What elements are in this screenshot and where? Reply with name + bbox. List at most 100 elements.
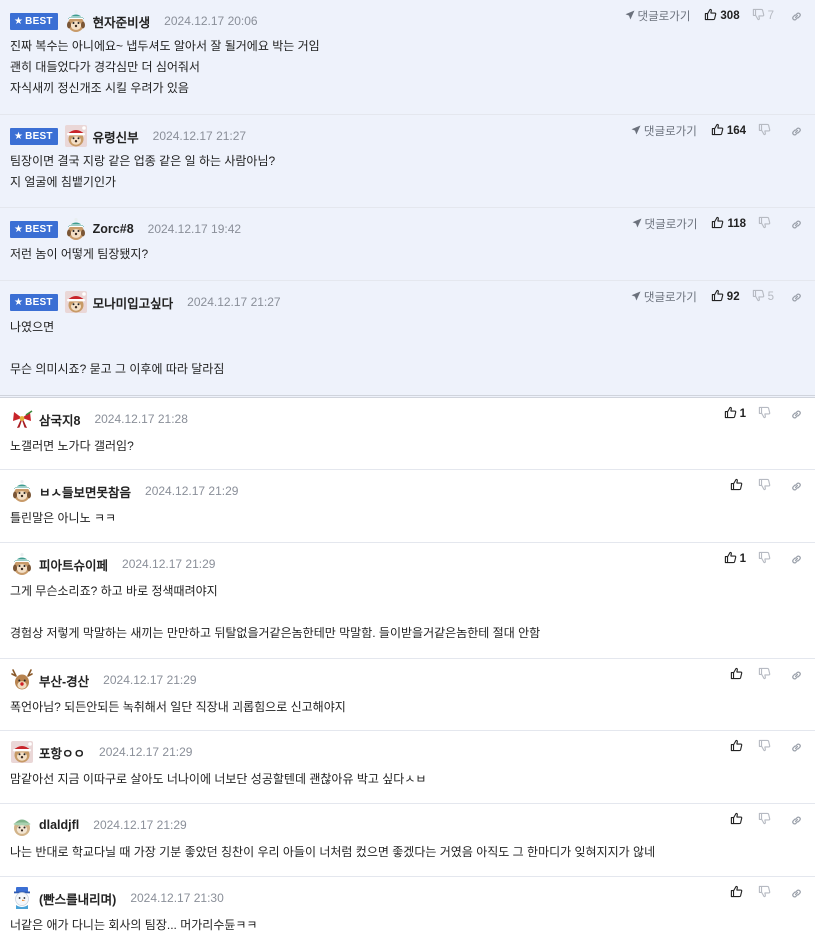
avatar[interactable] <box>10 668 34 692</box>
timestamp: 2024.12.17 20:06 <box>164 14 258 28</box>
link-icon[interactable] <box>790 10 803 23</box>
author-nickname[interactable]: ㅂㅅ들보면못참음 <box>39 482 131 501</box>
thumbs-up-icon <box>724 551 740 567</box>
reply-link[interactable]: 댓글로가기 <box>632 216 698 232</box>
dislike-button[interactable] <box>758 667 774 683</box>
comment-item: ★ BEST Zorc#8 2024.12.17 19:42 댓글로가기 118 저런 놈이… <box>0 208 815 281</box>
link-icon[interactable] <box>790 553 803 566</box>
dislike-button[interactable] <box>758 216 774 232</box>
avatar[interactable] <box>64 217 88 241</box>
avatar[interactable] <box>10 552 34 576</box>
reply-link[interactable]: 댓글로가기 <box>631 123 697 139</box>
comment-header: dlaldjfl 2024.12.17 21:29 <box>10 814 187 836</box>
author-nickname[interactable]: 부산-경산 <box>39 671 89 690</box>
comment-item: ㅂㅅ들보면못참음 2024.12.17 21:29 틀린말은 아니노 ㅋㅋ <box>0 470 815 543</box>
avatar[interactable] <box>64 290 88 314</box>
thumbs-up-icon <box>711 216 727 232</box>
comment-text-line: 나였으면 <box>10 320 55 334</box>
author-nickname[interactable]: 유령신부 <box>93 127 139 146</box>
comment-text-line: 틀린말은 아니노 ㅋㅋ <box>10 511 117 525</box>
timestamp: 2024.12.17 19:42 <box>147 222 242 236</box>
thumbs-up-icon <box>730 885 746 901</box>
timestamp: 2024.12.17 21:29 <box>122 557 216 571</box>
like-button[interactable]: 1 <box>724 551 746 567</box>
paper-plane-icon <box>631 125 644 138</box>
author-nickname[interactable]: 모나미입고싶다 <box>93 293 174 312</box>
dislike-button[interactable] <box>758 812 774 828</box>
like-button[interactable] <box>730 885 746 901</box>
author-nickname[interactable]: Zorc#8 <box>93 222 134 236</box>
comment-item: 피아트슈이페 2024.12.17 21:29 1 그게 무슨소리죠? 하고 바로 정… <box>0 543 815 659</box>
avatar[interactable] <box>64 9 88 33</box>
star-icon: ★ <box>14 130 24 142</box>
link-icon[interactable] <box>790 887 803 900</box>
reply-link[interactable]: 댓글로가기 <box>625 8 691 24</box>
comment-item: 삼국지8 2024.12.17 21:28 1 노갤러면 노가다 갤러임? <box>0 398 815 470</box>
comment-body: 저런 놈이 어떻게 팀장됐지? <box>10 244 803 265</box>
link-icon[interactable] <box>790 741 803 754</box>
avatar[interactable] <box>10 407 34 431</box>
like-button[interactable] <box>730 739 746 755</box>
avatar[interactable] <box>64 124 88 148</box>
dislike-button[interactable] <box>758 478 774 494</box>
dislike-button[interactable]: 7 <box>752 8 774 24</box>
comment-body: 너같은 애가 다니는 회사의 팀장... 머가리수듄ㅋㅋ <box>10 915 803 936</box>
author-nickname[interactable]: (빤스를내리며) <box>39 889 116 908</box>
dislike-button[interactable] <box>758 551 774 567</box>
thumbs-down-icon <box>758 812 774 828</box>
best-badge: ★ BEST <box>10 293 58 311</box>
star-icon: ★ <box>14 15 24 27</box>
thumbs-up-icon <box>711 289 727 305</box>
best-label: BEST <box>25 296 53 308</box>
like-button[interactable] <box>730 812 746 828</box>
link-icon[interactable] <box>790 291 803 304</box>
avatar[interactable] <box>10 813 34 837</box>
author-nickname[interactable]: 피아트슈이페 <box>39 555 108 574</box>
like-button[interactable]: 1 <box>724 406 746 422</box>
dislike-button[interactable] <box>758 885 774 901</box>
dislike-count: 7 <box>767 10 774 22</box>
dislike-button[interactable] <box>758 123 774 139</box>
dislike-count: 5 <box>767 291 774 303</box>
like-button[interactable]: 308 <box>704 8 740 24</box>
link-icon[interactable] <box>790 814 803 827</box>
author-nickname[interactable]: dlaldjfl <box>39 818 79 832</box>
like-button[interactable] <box>730 478 746 494</box>
avatar[interactable] <box>10 479 34 503</box>
best-badge: ★ BEST <box>10 220 58 238</box>
comment-text-line: 저런 놈이 어떻게 팀장됐지? <box>10 247 149 261</box>
link-icon[interactable] <box>790 408 803 421</box>
timestamp: 2024.12.17 21:28 <box>94 412 188 426</box>
author-nickname[interactable]: 현자준비생 <box>93 12 151 31</box>
dislike-button[interactable] <box>758 739 774 755</box>
link-icon[interactable] <box>790 218 803 231</box>
comment-header: ★ BEST 모나미입고싶다 2024.12.17 21:27 <box>10 291 281 313</box>
author-nickname[interactable]: 포항ㅇㅇ <box>39 743 85 762</box>
comment-body: 나였으면 무슨 의미시죠? 묻고 그 이후에 따라 달라짐 <box>10 317 803 380</box>
avatar[interactable] <box>10 886 34 910</box>
comment-text-line: 그게 무슨소리죠? 하고 바로 정색때려야지 <box>10 584 218 598</box>
timestamp: 2024.12.17 21:30 <box>130 891 224 905</box>
comment-actions <box>730 667 803 683</box>
thumbs-down-icon <box>758 406 774 422</box>
like-button[interactable]: 164 <box>711 123 746 139</box>
avatar[interactable] <box>10 740 34 764</box>
dislike-button[interactable]: 5 <box>752 289 774 305</box>
like-count: 164 <box>726 125 746 137</box>
dislike-button[interactable] <box>758 406 774 422</box>
like-button[interactable]: 92 <box>711 289 740 305</box>
link-icon[interactable] <box>790 125 803 138</box>
comment-actions: 댓글로가기 92 5 <box>631 289 803 305</box>
like-button[interactable]: 118 <box>711 216 746 232</box>
comment-text-line: 나는 반대로 학교다닐 때 가장 기분 좋았던 칭찬이 우리 아들이 너처럼 컸… <box>10 845 656 859</box>
timestamp: 2024.12.17 21:29 <box>99 745 193 759</box>
author-nickname[interactable]: 삼국지8 <box>39 410 80 429</box>
like-button[interactable] <box>730 667 746 683</box>
reply-link[interactable]: 댓글로가기 <box>631 289 697 305</box>
paper-plane-icon <box>632 218 645 231</box>
comment-text-line <box>10 338 803 359</box>
reply-label: 댓글로가기 <box>644 219 698 231</box>
link-icon[interactable] <box>790 480 803 493</box>
link-icon[interactable] <box>790 669 803 682</box>
reply-label: 댓글로가기 <box>637 11 691 23</box>
